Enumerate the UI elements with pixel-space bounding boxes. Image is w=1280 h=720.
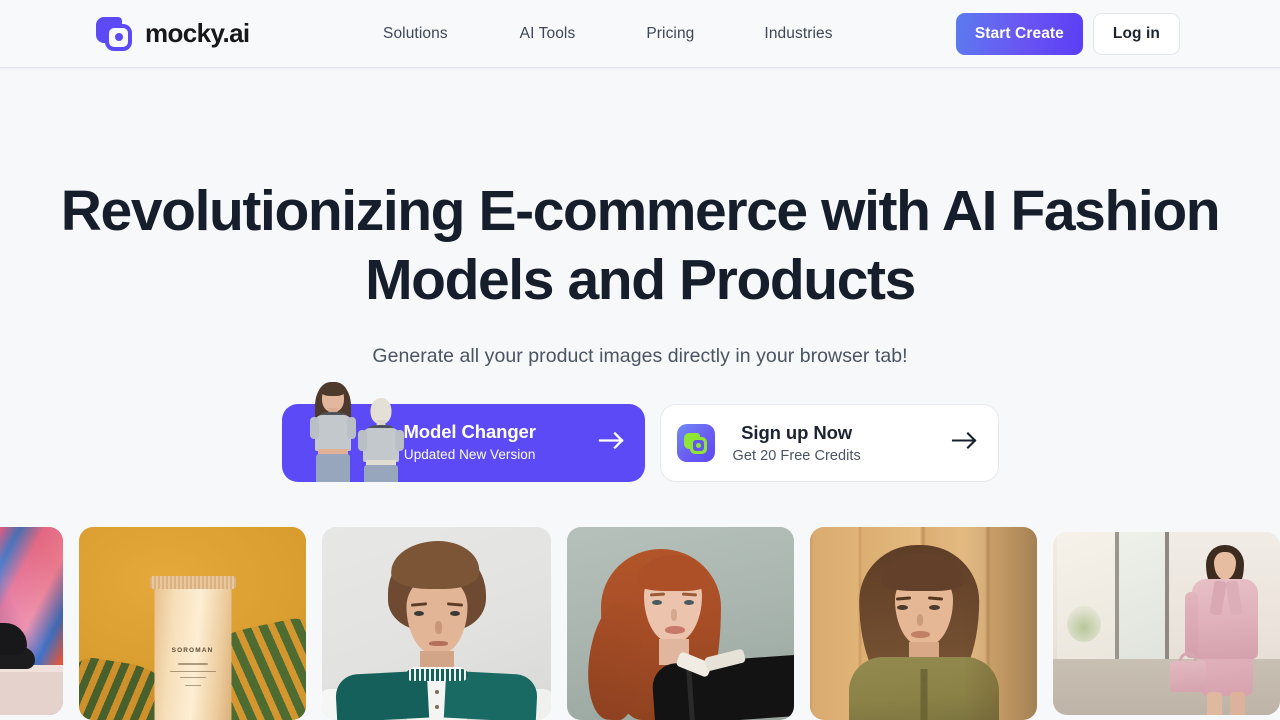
- main-nav: Solutions AI Tools Pricing Industries: [383, 25, 833, 43]
- sign-up-card[interactable]: Sign up Now Get 20 Free Credits: [659, 404, 999, 482]
- sign-up-text: Sign up Now Get 20 Free Credits: [733, 421, 861, 466]
- nav-item-pricing[interactable]: Pricing: [646, 25, 694, 43]
- model-figure-mannequin: [353, 384, 409, 482]
- product-brand-text: SOROMAN: [171, 647, 214, 654]
- page-title: Revolutionizing E-commerce with AI Fashi…: [0, 177, 1280, 315]
- nav-item-solutions[interactable]: Solutions: [383, 25, 448, 43]
- nav-item-industries[interactable]: Industries: [764, 25, 832, 43]
- site-header: mocky.ai Solutions AI Tools Pricing Indu…: [0, 0, 1280, 72]
- model-changer-illustration: [301, 374, 413, 482]
- mocky-logo-icon: [96, 15, 134, 53]
- gallery-item-cosmetic-tube[interactable]: SOROMAN: [79, 527, 306, 720]
- header-actions: Start Create Log in: [955, 12, 1180, 55]
- cta-row: Model Changer Updated New Version Sign u…: [0, 382, 1280, 482]
- arrow-right-icon: [950, 430, 980, 457]
- sign-up-title: Sign up Now: [741, 422, 853, 443]
- brand-logo[interactable]: mocky.ai: [96, 15, 250, 53]
- nav-item-ai-tools[interactable]: AI Tools: [520, 25, 576, 43]
- pedestal: [0, 665, 63, 715]
- pink-handbag: [1170, 661, 1206, 692]
- hero-section: Revolutionizing E-commerce with AI Fashi…: [0, 177, 1280, 482]
- model-changer-subtitle: Updated New Version: [403, 447, 536, 462]
- gallery-item-female-model-cardigan[interactable]: [810, 527, 1037, 720]
- mocky-green-logo-icon: [676, 424, 715, 462]
- model-changer-title: Model Changer: [403, 421, 536, 442]
- start-create-button[interactable]: Start Create: [955, 12, 1083, 55]
- hero-title-line-1: Revolutionizing E-commerce with AI Fashi…: [60, 179, 1221, 243]
- gallery-item-sneaker[interactable]: [0, 527, 63, 715]
- showcase-gallery: SOROMAN: [0, 527, 1280, 720]
- login-button[interactable]: Log in: [1092, 12, 1180, 55]
- gallery-item-female-model-pink-suit[interactable]: [1053, 532, 1280, 715]
- brand-name: mocky.ai: [145, 18, 250, 48]
- gallery-item-female-model-black-dress[interactable]: [567, 527, 794, 720]
- hero-title-line-2: Models and Products: [365, 248, 916, 312]
- hero-subtitle: Generate all your product images directl…: [372, 345, 908, 367]
- arrow-right-icon: [597, 430, 627, 457]
- gallery-item-male-model[interactable]: [322, 527, 551, 720]
- model-changer-card[interactable]: Model Changer Updated New Version: [281, 382, 645, 482]
- model-changer-text: Model Changer Updated New Version: [404, 420, 536, 464]
- sign-up-subtitle: Get 20 Free Credits: [732, 448, 861, 464]
